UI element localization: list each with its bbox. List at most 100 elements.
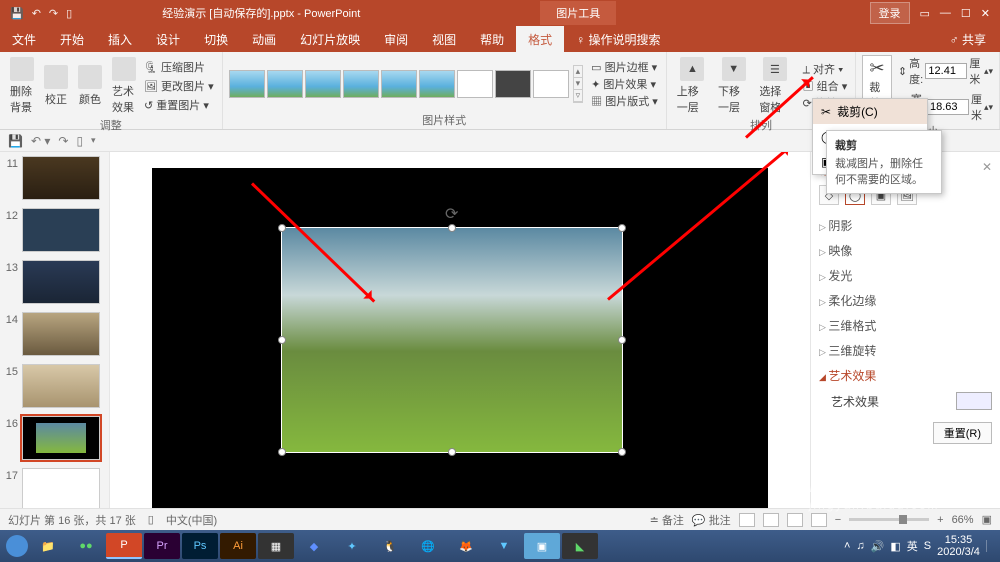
panel-shadow[interactable]: 阴影 xyxy=(819,213,992,238)
tray-up-icon[interactable]: ˄ xyxy=(844,540,850,552)
tb-chrome[interactable]: 🌐 xyxy=(410,533,446,559)
thumbnail-13[interactable] xyxy=(22,260,100,304)
tb-powerpoint[interactable]: P xyxy=(106,533,142,559)
resize-handle[interactable] xyxy=(448,224,456,232)
picture-styles-gallery[interactable] xyxy=(229,70,569,98)
rotate-handle-icon[interactable]: ⟳ xyxy=(445,204,458,224)
tray-icon[interactable]: ♫ xyxy=(856,540,864,552)
panel-close-icon[interactable]: ✕ xyxy=(982,160,992,174)
close-icon[interactable]: ✕ xyxy=(981,7,990,20)
remove-bg-button[interactable]: 删除背景 xyxy=(6,55,38,117)
spell-check-icon[interactable]: ▯ xyxy=(148,513,154,526)
tab-transitions[interactable]: 切换 xyxy=(192,26,240,53)
tab-home[interactable]: 开始 xyxy=(48,26,96,53)
resize-handle[interactable] xyxy=(448,448,456,456)
tb-illustrator[interactable]: Ai xyxy=(220,533,256,559)
tb-app4[interactable]: ▼ xyxy=(486,533,522,559)
picture-layout-button[interactable]: ▦ 图片版式 ▾ xyxy=(589,93,660,109)
resize-handle[interactable] xyxy=(278,448,286,456)
panel-reflection[interactable]: 映像 xyxy=(819,238,992,263)
gallery-expand[interactable]: ▴▾▿ xyxy=(573,65,584,103)
save-icon[interactable]: 💾 xyxy=(10,7,24,20)
panel-artistic[interactable]: 艺术效果 xyxy=(819,363,992,388)
tab-review[interactable]: 审阅 xyxy=(372,26,420,53)
zoom-slider[interactable] xyxy=(849,518,929,521)
minimize-icon[interactable]: — xyxy=(940,7,951,19)
panel-glow[interactable]: 发光 xyxy=(819,263,992,288)
tray-icon[interactable]: 🔊 xyxy=(871,540,885,553)
change-picture-button[interactable]: 🖼 更改图片 ▾ xyxy=(142,77,216,95)
compress-button[interactable]: 🗜 压缩图片 xyxy=(142,58,216,76)
tb-premiere[interactable]: Pr xyxy=(144,533,180,559)
thumbnail-16[interactable] xyxy=(22,416,100,460)
tab-design[interactable]: 设计 xyxy=(144,26,192,53)
undo-icon[interactable]: ↶ ▾ xyxy=(31,134,50,148)
thumbnail-17[interactable] xyxy=(22,468,100,512)
corrections-button[interactable]: 校正 xyxy=(40,63,72,109)
sorter-view-icon[interactable] xyxy=(763,513,779,527)
start-slideshow-icon[interactable]: ▯ xyxy=(76,134,83,148)
undo-icon[interactable]: ↶ xyxy=(32,7,41,20)
resize-handle[interactable] xyxy=(618,336,626,344)
normal-view-icon[interactable] xyxy=(739,513,755,527)
height-input[interactable] xyxy=(925,63,967,79)
tell-me[interactable]: ♀ 操作说明搜索 xyxy=(576,31,660,48)
tab-insert[interactable]: 插入 xyxy=(96,26,144,53)
zoom-in-icon[interactable]: + xyxy=(937,514,943,526)
panel-soft-edges[interactable]: 柔化边缘 xyxy=(819,288,992,313)
reset-picture-button[interactable]: ↺ 重置图片 ▾ xyxy=(142,96,216,114)
tb-explorer[interactable]: 📁 xyxy=(30,533,66,559)
thumbnail-11[interactable] xyxy=(22,156,100,200)
show-desktop[interactable] xyxy=(986,540,994,552)
tb-firefox[interactable]: 🦊 xyxy=(448,533,484,559)
start-slideshow-icon[interactable]: ▯ xyxy=(66,7,72,20)
panel-3d-rotation[interactable]: 三维旋转 xyxy=(819,338,992,363)
tab-animations[interactable]: 动画 xyxy=(240,26,288,53)
tray-ime[interactable]: 英 xyxy=(907,538,918,554)
tray-icon[interactable]: ◧ xyxy=(890,540,900,553)
slide-editor[interactable]: ⟳ xyxy=(110,152,810,530)
slideshow-view-icon[interactable] xyxy=(811,513,827,527)
tab-slideshow[interactable]: 幻灯片放映 xyxy=(288,26,372,53)
bring-forward-button[interactable]: ▲上移一层 xyxy=(673,55,712,117)
tab-format[interactable]: 格式 xyxy=(516,26,564,53)
tb-app3[interactable]: ✦ xyxy=(334,533,370,559)
tray-icon[interactable]: S xyxy=(924,540,931,552)
redo-icon[interactable]: ↷ xyxy=(58,134,68,148)
artistic-button[interactable]: 艺术效果 xyxy=(108,55,140,117)
ribbon-options-icon[interactable]: ▭ xyxy=(920,7,930,20)
resize-handle[interactable] xyxy=(278,336,286,344)
tb-app2[interactable]: ◆ xyxy=(296,533,332,559)
color-button[interactable]: 颜色 xyxy=(74,63,106,109)
slide-thumbnails[interactable]: 11 12 13 14 15 16 17 xyxy=(0,152,110,530)
notes-button[interactable]: ≐ 备注 xyxy=(650,512,684,528)
zoom-value[interactable]: 66% xyxy=(952,514,974,526)
thumbnail-14[interactable] xyxy=(22,312,100,356)
share-button[interactable]: ♂ 共享 xyxy=(950,31,1000,48)
maximize-icon[interactable]: ☐ xyxy=(961,7,971,20)
width-input[interactable] xyxy=(927,99,969,115)
resize-handle[interactable] xyxy=(278,224,286,232)
reset-button[interactable]: 重置(R) xyxy=(933,422,992,444)
slide-canvas[interactable]: ⟳ xyxy=(152,168,768,514)
tb-app6[interactable]: ◣ xyxy=(562,533,598,559)
login-button[interactable]: 登录 xyxy=(870,2,910,24)
zoom-out-icon[interactable]: − xyxy=(835,514,841,526)
language-status[interactable]: 中文(中国) xyxy=(166,512,217,528)
tb-qq[interactable]: 🐧 xyxy=(372,533,408,559)
tb-browser[interactable] xyxy=(6,535,28,557)
panel-3d-format[interactable]: 三维格式 xyxy=(819,313,992,338)
tab-help[interactable]: 帮助 xyxy=(468,26,516,53)
save-icon[interactable]: 💾 xyxy=(8,134,23,148)
clock[interactable]: 15:352020/3/4 xyxy=(937,534,980,558)
send-backward-button[interactable]: ▼下移一层 xyxy=(714,55,753,117)
comments-button[interactable]: 💬 批注 xyxy=(692,512,731,528)
crop-menu-crop[interactable]: ✂裁剪(C) xyxy=(813,99,927,124)
tb-app5[interactable]: ▣ xyxy=(524,533,560,559)
redo-icon[interactable]: ↷ xyxy=(49,7,58,20)
tb-wechat[interactable]: ●● xyxy=(68,533,104,559)
thumbnail-12[interactable] xyxy=(22,208,100,252)
tb-photoshop[interactable]: Ps xyxy=(182,533,218,559)
resize-handle[interactable] xyxy=(618,448,626,456)
tab-file[interactable]: 文件 xyxy=(0,26,48,53)
